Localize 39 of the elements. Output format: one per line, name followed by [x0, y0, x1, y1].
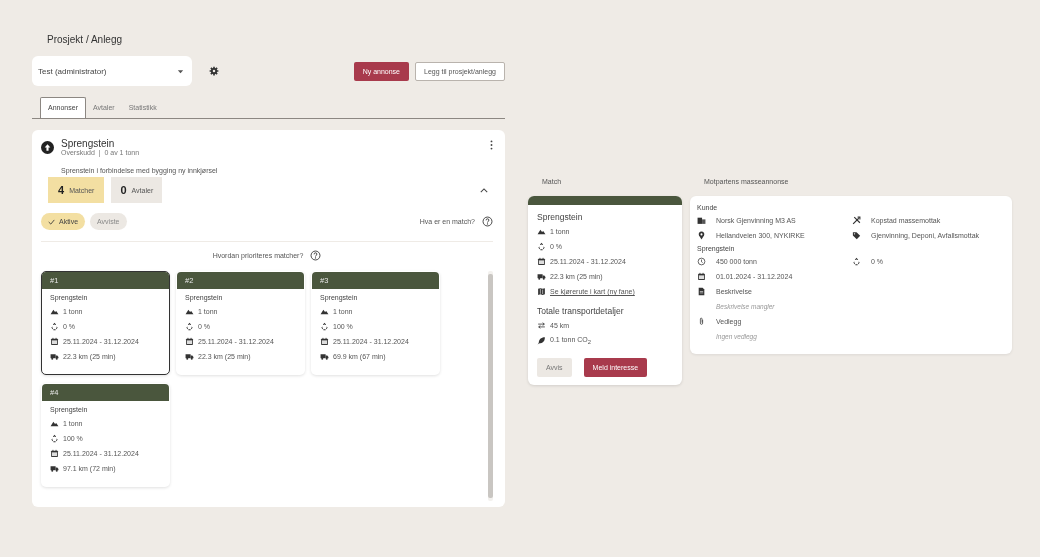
truck-icon: [185, 352, 194, 361]
tools-icon: [852, 216, 861, 225]
paperclip-icon: [697, 317, 706, 326]
mountain-icon: [320, 307, 329, 316]
settings-icon[interactable]: [209, 66, 219, 76]
calendar-icon: [537, 257, 546, 266]
truck-icon: [320, 352, 329, 361]
mountain-icon: [185, 307, 194, 316]
tag-icon: [852, 231, 861, 240]
mountain-icon: [50, 419, 59, 428]
calendar-icon: [50, 337, 59, 346]
truck-icon: [537, 272, 546, 281]
calendar-icon: [185, 337, 194, 346]
help-icon[interactable]: [310, 250, 322, 261]
calendar-icon: [697, 272, 706, 281]
transport-heading: Totale transportdetaljer: [537, 306, 625, 316]
map-icon: [537, 287, 546, 296]
listing-title: Sprengstein: [61, 138, 116, 149]
arrows-icon: [537, 321, 546, 330]
mountain-icon: [50, 307, 59, 316]
location-pin-icon: [697, 231, 706, 240]
help-icon[interactable]: [482, 216, 493, 227]
leaf-icon: [537, 336, 546, 345]
collapse-icon[interactable]: [480, 187, 488, 193]
check-icon: [48, 218, 55, 225]
building-icon: [697, 216, 706, 225]
project-select[interactable]: Test (administrator): [32, 56, 192, 86]
calendar-icon: [50, 449, 59, 458]
page-title: Prosjekt / Anlegg: [46, 34, 124, 47]
truck-icon: [50, 352, 59, 361]
calendar-icon: [320, 337, 329, 346]
caret-icon: [177, 67, 184, 75]
clock-icon: [697, 257, 706, 266]
mountain-icon: [537, 227, 546, 236]
document-icon: [697, 287, 706, 296]
match-title: Sprengstein: [537, 212, 584, 222]
more-options-icon[interactable]: [490, 140, 493, 150]
truck-icon: [50, 464, 59, 473]
upload-icon: [41, 141, 54, 154]
